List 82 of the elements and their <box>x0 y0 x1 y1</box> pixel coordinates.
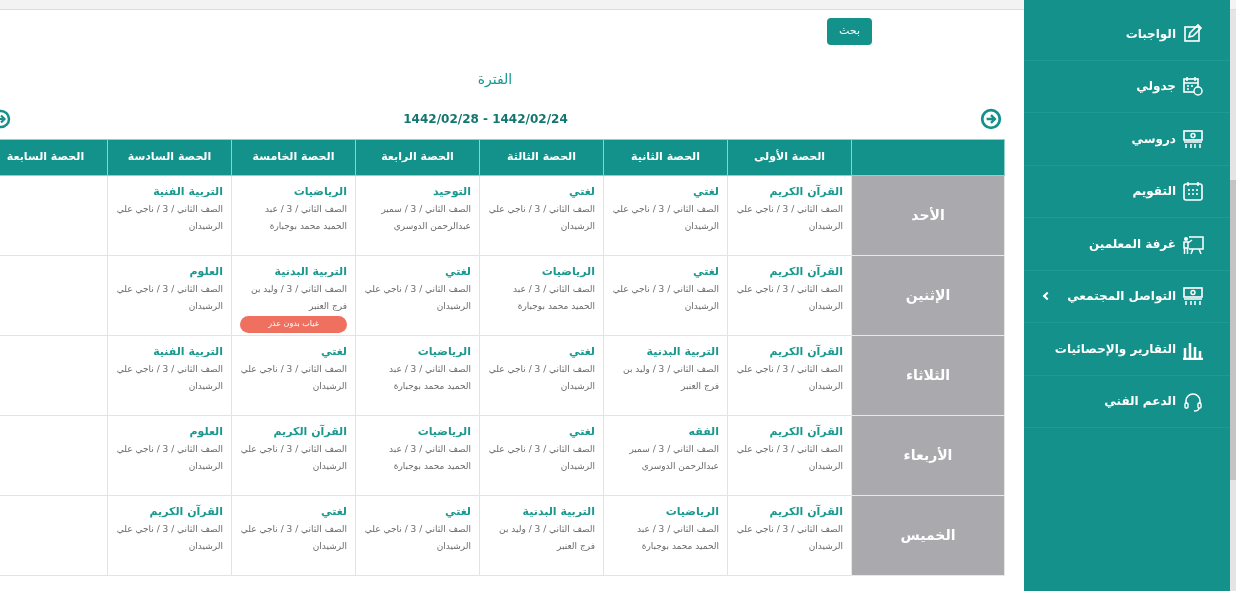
subject-name: لغتي <box>444 504 471 520</box>
subject-name: القرآن الكريم <box>148 504 223 520</box>
class-teacher-text: الصف الثاني / 3 / ناجي علي الرشيدان <box>364 282 471 313</box>
class-teacher-text: الصف الثاني / 3 / ناجي علي الرشيدان <box>736 202 843 233</box>
class-teacher-text: الصف الثاني / 3 / ناجي علي الرشيدان <box>736 362 843 393</box>
class-teacher-text: الصف الثاني / 3 / ناجي علي الرشيدان <box>240 522 347 553</box>
class-teacher-text: الصف الثاني / 3 / وليد بن فرج العنبر <box>498 522 595 553</box>
class-teacher-text: الصف الثاني / 3 / ناجي علي الرشيدان <box>364 522 471 553</box>
class-teacher-text: الصف الثاني / 3 / ناجي علي الرشيدان <box>488 362 595 393</box>
period-title: الفترة <box>477 70 514 89</box>
class-teacher-text: الصف الثاني / 3 / ناجي علي الرشيدان <box>488 442 595 473</box>
class-teacher-text: الصف الثاني / 3 / ناجي علي الرشيدان <box>116 362 223 393</box>
subject-name: التربية الفنية <box>152 184 223 200</box>
class-teacher-text: الصف الثاني / 3 / ناجي علي الرشيدان <box>116 442 223 473</box>
subject-name: القرآن الكريم <box>272 424 347 440</box>
subject-name: الرياضيات <box>540 264 595 280</box>
subject-name: الرياضيات <box>292 184 347 200</box>
class-teacher-text: الصف الثاني / 3 / ناجي علي الرشيدان <box>612 282 719 313</box>
subject-name: التربية البدنية <box>273 264 347 280</box>
subject-name: لغتي <box>568 184 595 200</box>
subject-name: لغتي <box>320 504 347 520</box>
day-cell: الأحد <box>851 175 1005 256</box>
class-teacher-text: الصف الثاني / 3 / ناجي علي الرشيدان <box>736 442 843 473</box>
subject-name: الرياضيات <box>416 424 471 440</box>
column-header: الحصة الخامسة <box>231 139 356 176</box>
calendar-clock-icon <box>1182 75 1204 98</box>
class-teacher-text: الصف الثاني / 3 / ناجي علي الرشيدان <box>736 282 843 313</box>
day-cell: الأربعاء <box>851 415 1005 496</box>
class-teacher-text: الصف الثاني / 3 / ناجي علي الرشيدان <box>116 522 223 553</box>
column-header: الحصة الأولى <box>727 139 852 176</box>
class-teacher-text: الصف الثاني / 3 / ناجي علي الرشيدان <box>240 362 347 393</box>
column-header: الحصة السابعة <box>0 139 108 176</box>
class-teacher-text: الصف الثاني / 3 / عبد الحميد محمد بوجبارة <box>264 202 347 233</box>
subject-name: القرآن الكريم <box>768 504 843 520</box>
classroom-icon <box>1182 127 1204 150</box>
subject-name: العلوم <box>188 424 223 440</box>
class-teacher-text: الصف الثاني / 3 / ناجي علي الرشيدان <box>736 522 843 553</box>
subject-name: العلوم <box>188 264 223 280</box>
class-teacher-text: الصف الثاني / 3 / ناجي علي الرشيدان <box>612 202 719 233</box>
class-teacher-text: الصف الثاني / 3 / سمير عبدالرحمن الدوسري <box>628 442 719 473</box>
subject-name: لغتي <box>568 424 595 440</box>
class-teacher-text: الصف الثاني / 3 / وليد بن فرج العنبر <box>622 362 719 393</box>
column-header: الحصة الثالثة <box>479 139 604 176</box>
class-teacher-text: الصف الثاني / 3 / عبد الحميد محمد بوجبارة <box>388 442 471 473</box>
subject-name: القرآن الكريم <box>768 424 843 440</box>
search-button[interactable]: بحث <box>827 18 872 45</box>
class-teacher-text: الصف الثاني / 3 / عبد الحميد محمد بوجبارة <box>388 362 471 393</box>
column-header: الحصة الثانية <box>603 139 728 176</box>
subject-name: القرآن الكريم <box>768 264 843 280</box>
date-range: 1442/02/24 - 1442/02/28 <box>403 111 569 128</box>
column-header: الحصة السادسة <box>107 139 232 176</box>
class-teacher-text: الصف الثاني / 3 / عبد الحميد محمد بوجبارة <box>636 522 719 553</box>
class-teacher-text: الصف الثاني / 3 / ناجي علي الرشيدان <box>488 202 595 233</box>
subject-name: التوحيد <box>431 184 471 200</box>
subject-name: لغتي <box>444 264 471 280</box>
classroom-icon <box>1182 285 1204 308</box>
subject-name: القرآن الكريم <box>768 184 843 200</box>
subject-name: لغتي <box>320 344 347 360</box>
calendar-icon <box>1182 180 1204 203</box>
subject-name: القرآن الكريم <box>768 344 843 360</box>
column-header: الحصة الرابعة <box>355 139 480 176</box>
subject-name: الرياضيات <box>416 344 471 360</box>
subject-name: الفقه <box>687 424 719 440</box>
class-teacher-text: الصف الثاني / 3 / وليد بن فرج العنبر <box>250 282 347 313</box>
class-teacher-text: الصف الثاني / 3 / ناجي علي الرشيدان <box>240 442 347 473</box>
day-cell: الإثنين <box>851 255 1005 336</box>
absence-badge: غياب بدون عذر <box>240 315 347 333</box>
subject-name: التربية البدنية <box>521 504 595 520</box>
headset-icon <box>1182 390 1204 413</box>
subject-name: التربية الفنية <box>152 344 223 360</box>
class-teacher-text: الصف الثاني / 3 / سمير عبدالرحمن الدوسري <box>380 202 471 233</box>
day-cell: الثلاثاء <box>851 335 1005 416</box>
class-teacher-text: الصف الثاني / 3 / ناجي علي الرشيدان <box>116 282 223 313</box>
subject-name: لغتي <box>692 184 719 200</box>
subject-name: التربية البدنية <box>645 344 719 360</box>
class-teacher-text: الصف الثاني / 3 / ناجي علي الرشيدان <box>116 202 223 233</box>
edit-icon <box>1182 22 1204 45</box>
day-cell: الخميس <box>851 495 1005 576</box>
class-teacher-text: الصف الثاني / 3 / عبد الحميد محمد بوجبارة <box>512 282 595 313</box>
subject-name: لغتي <box>692 264 719 280</box>
subject-name: لغتي <box>568 344 595 360</box>
subject-name: الرياضيات <box>664 504 719 520</box>
